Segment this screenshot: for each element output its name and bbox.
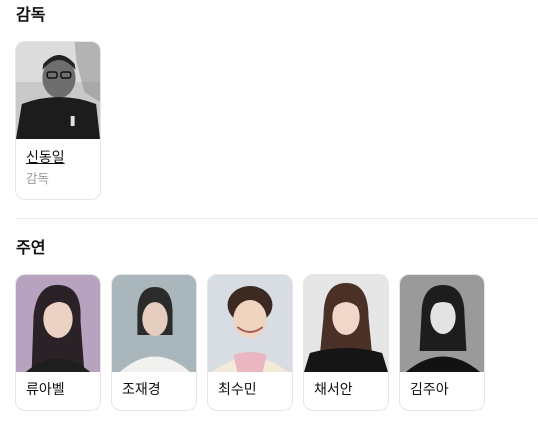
director-section-title: 감독 (16, 5, 46, 24)
cast-photo (112, 275, 196, 372)
director-photo (16, 42, 100, 139)
cast-section-title: 주연 (16, 238, 46, 257)
director-role: 감독 (26, 171, 50, 186)
cast-card[interactable]: 최수민 (207, 274, 293, 411)
director-card[interactable]: 신동일 감독 (15, 41, 101, 200)
cast-card[interactable]: 김주아 (399, 274, 485, 411)
cast-photo (304, 275, 388, 372)
cast-card[interactable]: 류아벨 (15, 274, 101, 411)
cast-card[interactable]: 조재경 (111, 274, 197, 411)
cast-photo (16, 275, 100, 372)
cast-name[interactable]: 채서안 (304, 381, 388, 399)
cast-name[interactable]: 조재경 (112, 381, 196, 399)
director-name[interactable]: 신동일 (16, 149, 100, 167)
section-divider (16, 218, 538, 219)
cast-photo (208, 275, 292, 372)
cast-photo (400, 275, 484, 372)
cast-name[interactable]: 김주아 (400, 381, 484, 399)
cast-card[interactable]: 채서안 (303, 274, 389, 411)
cast-name[interactable]: 류아벨 (16, 381, 100, 399)
cast-name[interactable]: 최수민 (208, 381, 292, 399)
